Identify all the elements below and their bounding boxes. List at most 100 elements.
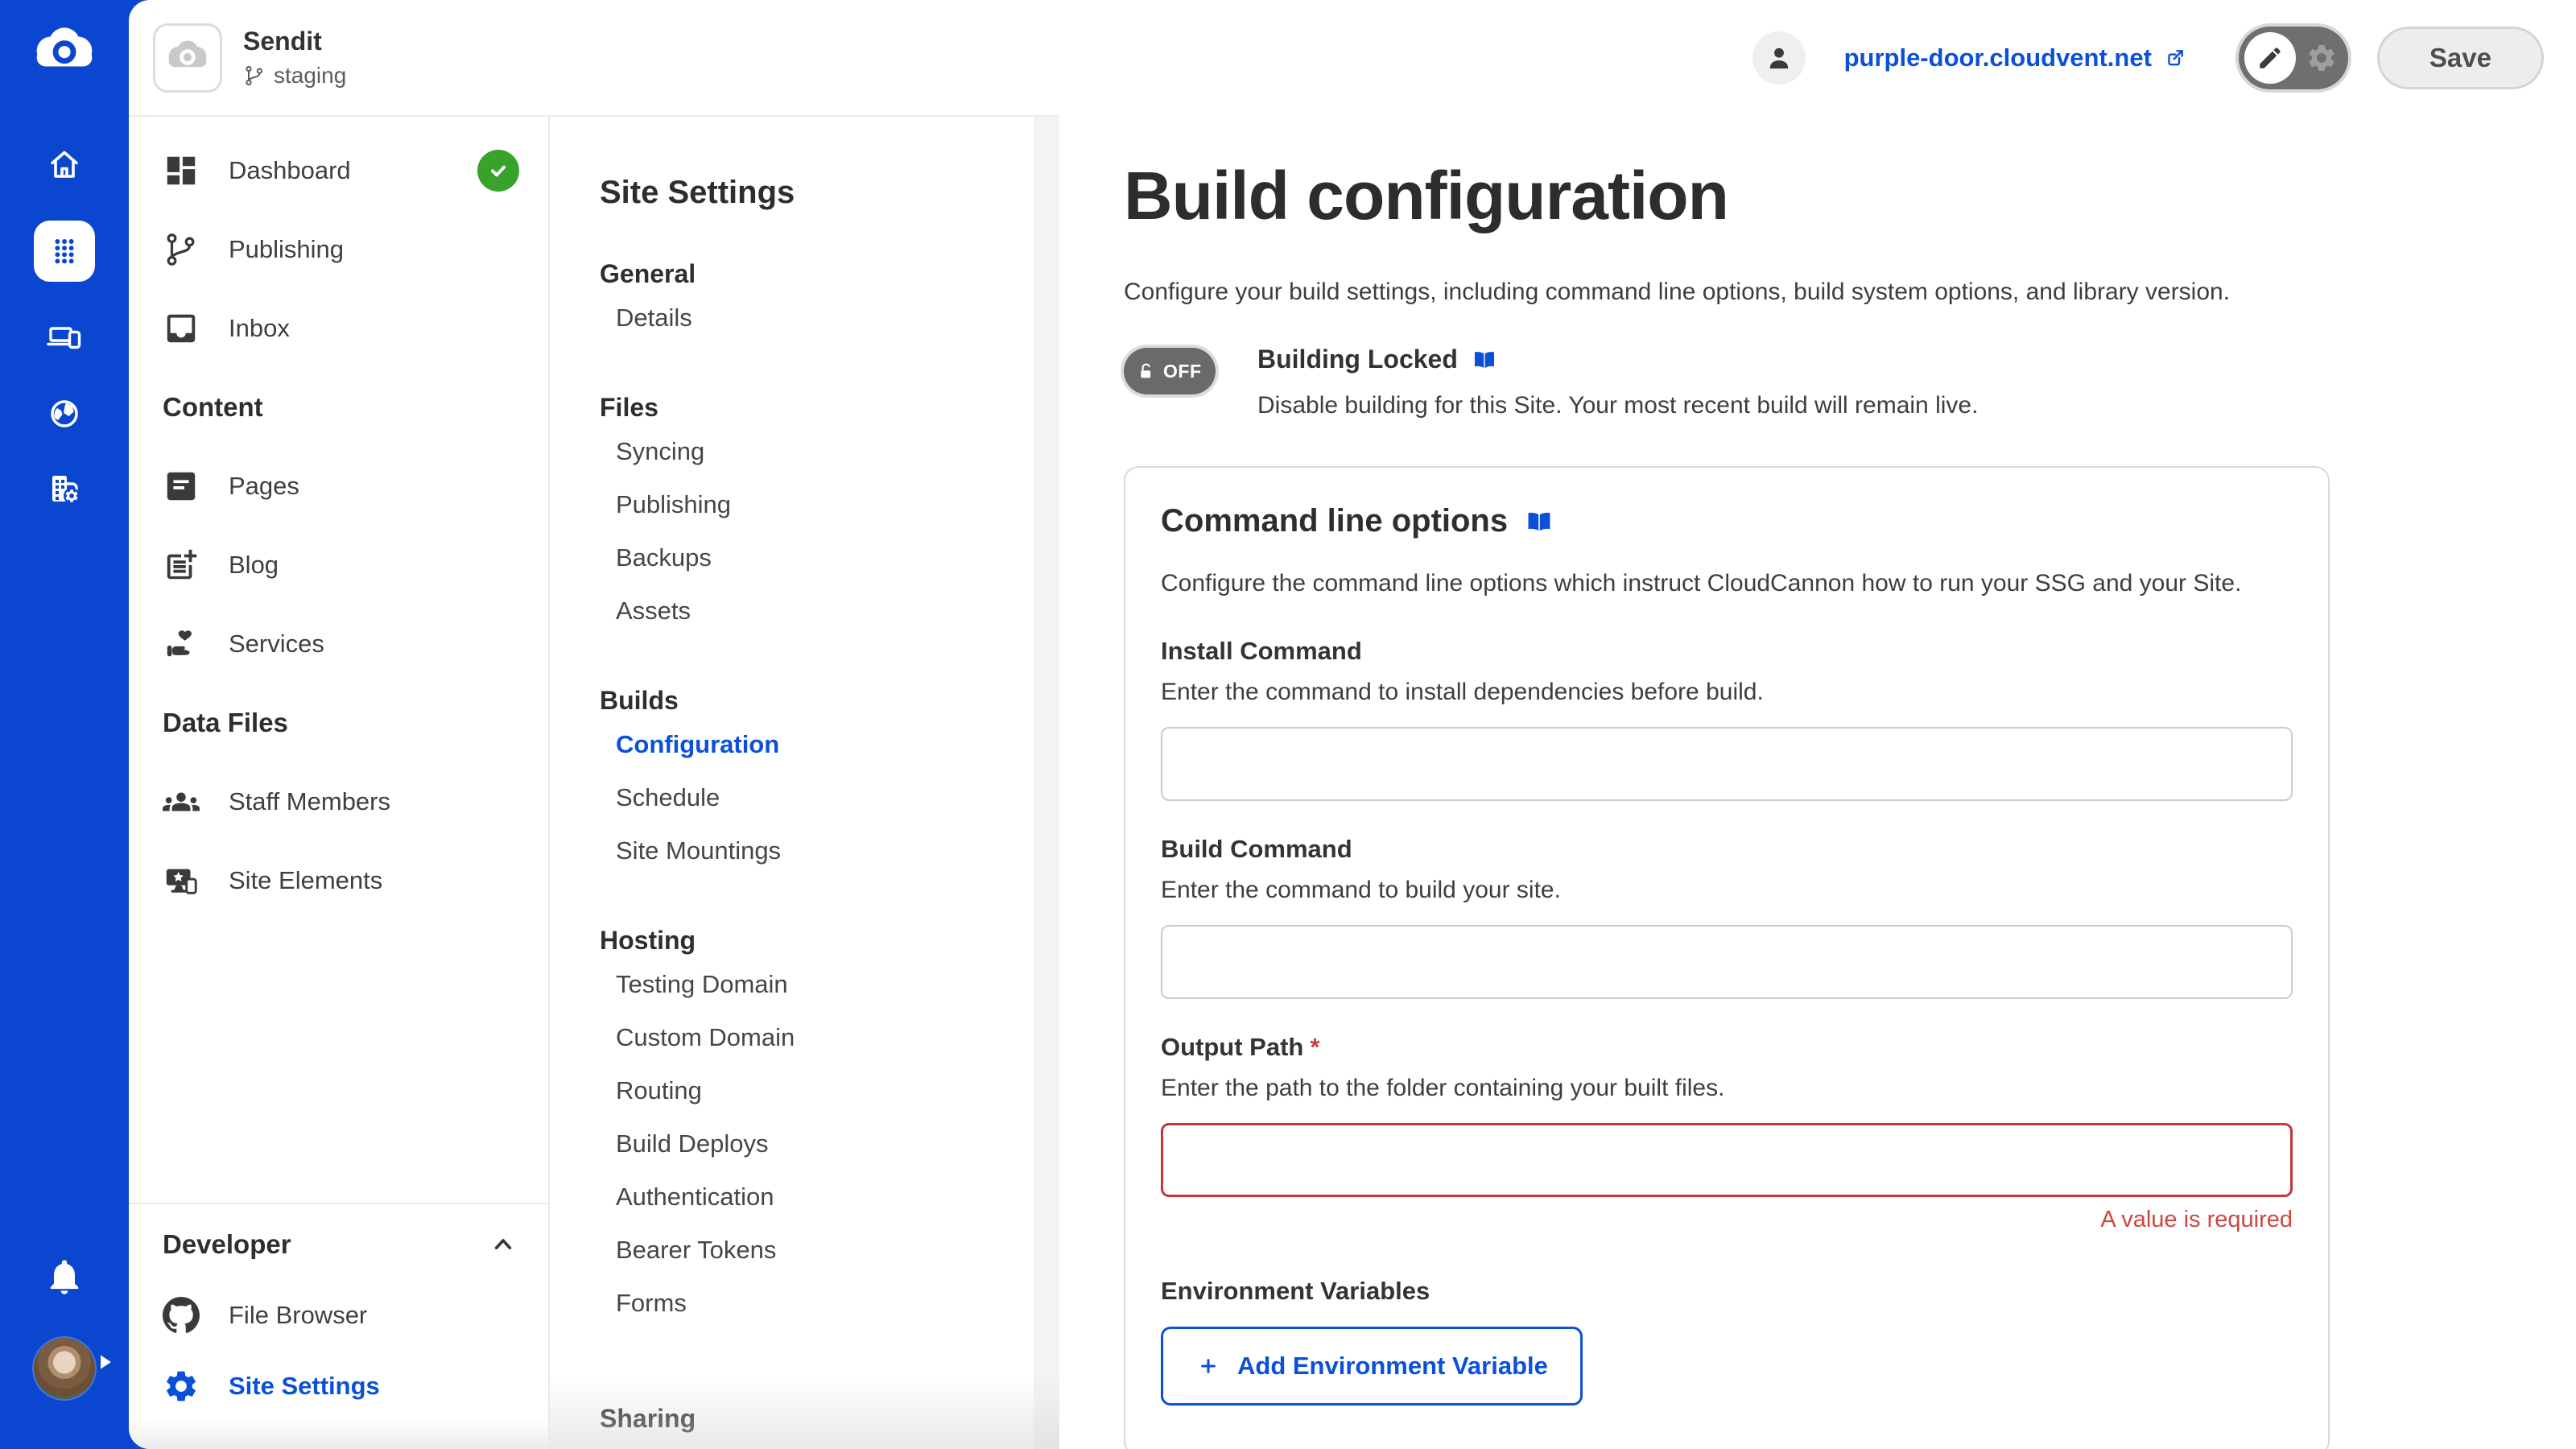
content-row: Dashboard Publishing Inbox Content Pages: [129, 115, 2576, 1449]
page-title: Build configuration: [1124, 157, 2576, 235]
devices-icon: [45, 319, 84, 357]
check-icon: [485, 157, 512, 184]
inbox-icon: [163, 310, 200, 347]
card-title-row: Command line options: [1161, 503, 2293, 539]
settings-item-syncing[interactable]: Syncing: [600, 425, 1059, 478]
settings-item-testing-domain[interactable]: Testing Domain: [600, 958, 1059, 1011]
settings-item-schedule[interactable]: Schedule: [600, 771, 1059, 824]
sidebar-item-blog[interactable]: Blog: [129, 526, 548, 605]
hand-heart-icon: [163, 625, 200, 663]
required-asterisk: *: [1310, 1033, 1319, 1061]
build-command-input[interactable]: [1161, 925, 2293, 999]
settings-section-hosting: Hosting: [600, 923, 1059, 958]
dashboard-icon: [163, 152, 200, 189]
settings-item-build-deploys[interactable]: Build Deploys: [600, 1117, 1059, 1170]
screen-star-icon: [163, 862, 200, 899]
rail-domains-button[interactable]: [45, 394, 84, 433]
sidebar-item-services[interactable]: Services: [129, 605, 548, 683]
sidebar-item-dashboard[interactable]: Dashboard: [129, 131, 548, 210]
rail-organization-button[interactable]: [45, 470, 84, 509]
sidebar-item-file-browser[interactable]: File Browser: [129, 1280, 548, 1351]
user-avatar[interactable]: [34, 1338, 95, 1399]
site-branch: staging: [243, 63, 346, 89]
sidebar-item-label: File Browser: [229, 1301, 367, 1330]
topbar: Sendit staging purple-door.cloudvent.net…: [129, 0, 2576, 115]
sidebar-item-inbox[interactable]: Inbox: [129, 289, 548, 368]
rail-home-button[interactable]: [45, 145, 84, 184]
building-locked-row: OFF Building Locked Disable building for…: [1124, 345, 2576, 419]
sidebar-item-label: Blog: [229, 551, 279, 580]
settings-item-site-mountings[interactable]: Site Mountings: [600, 824, 1059, 877]
people-icon: [163, 783, 200, 820]
settings-section-builds: Builds: [600, 683, 1059, 718]
output-path-error: A value is required: [1161, 1207, 2293, 1233]
building-locked-text: Building Locked Disable building for thi…: [1257, 345, 1978, 419]
home-icon: [45, 145, 84, 184]
site-name: Sendit: [243, 27, 346, 56]
viewer-presence-button[interactable]: [1752, 31, 1806, 85]
settings-item-routing[interactable]: Routing: [600, 1064, 1059, 1117]
external-link-icon: [2163, 46, 2187, 70]
lock-open-icon: [1135, 361, 1157, 382]
settings-section-files: Files: [600, 390, 1059, 425]
gear-icon: [2306, 42, 2338, 74]
building-locked-desc: Disable building for this Site. Your mos…: [1257, 392, 1978, 419]
settings-item-details[interactable]: Details: [600, 291, 1059, 345]
settings-item-custom-domain[interactable]: Custom Domain: [600, 1011, 1059, 1064]
output-path-help: Enter the path to the folder containing …: [1161, 1075, 2293, 1102]
docs-book-icon[interactable]: [1524, 506, 1554, 537]
app-rail: [0, 0, 129, 1449]
sidebar-section-label: Developer: [163, 1229, 291, 1260]
card-title: Command line options: [1161, 503, 1508, 539]
sidebar-section-developer[interactable]: Developer: [129, 1209, 548, 1280]
sidebar-item-label: Services: [229, 630, 324, 658]
docs-book-icon[interactable]: [1471, 346, 1498, 374]
environment-variables-label: Environment Variables: [1161, 1277, 2293, 1306]
toggle-knob: [2244, 32, 2296, 84]
edit-settings-mode-toggle[interactable]: [2239, 27, 2348, 89]
sidebar-item-pages[interactable]: Pages: [129, 447, 548, 526]
settings-item-backups[interactable]: Backups: [600, 531, 1059, 584]
output-path-input[interactable]: [1161, 1123, 2293, 1197]
expand-arrow-icon[interactable]: [100, 1354, 112, 1370]
site-header: Sendit staging: [153, 23, 550, 93]
install-command-label: Install Command: [1161, 637, 2293, 666]
rail-site-nav-button-active[interactable]: [34, 221, 95, 282]
settings-item-assets[interactable]: Assets: [600, 584, 1059, 638]
toggle-state-label: OFF: [1163, 361, 1202, 382]
sidebar-item-label: Staff Members: [229, 787, 390, 816]
post-add-icon: [163, 547, 200, 584]
status-badge-success: [477, 150, 519, 192]
main-content: Build configuration Configure your build…: [1059, 115, 2576, 1449]
chevron-up-icon[interactable]: [487, 1228, 519, 1261]
sidebar-item-label: Dashboard: [229, 156, 351, 185]
save-button[interactable]: Save: [2377, 27, 2544, 89]
notifications-button[interactable]: [43, 1256, 85, 1298]
command-line-options-card: Command line options Configure the comma…: [1124, 466, 2330, 1449]
settings-item-forms[interactable]: Forms: [600, 1277, 1059, 1330]
settings-item-configuration[interactable]: Configuration: [600, 718, 1059, 771]
bell-icon: [43, 1256, 85, 1298]
settings-item-publishing[interactable]: Publishing: [600, 478, 1059, 531]
settings-item-authentication[interactable]: Authentication: [600, 1170, 1059, 1224]
build-command-label: Build Command: [1161, 835, 2293, 864]
sidebar-item-site-elements[interactable]: Site Elements: [129, 841, 548, 920]
sidebar-item-publishing[interactable]: Publishing: [129, 210, 548, 289]
sidebar-item-label: Publishing: [229, 235, 344, 264]
rail-sites-button[interactable]: [45, 319, 84, 357]
output-path-label-text: Output Path: [1161, 1033, 1303, 1061]
sidebar-item-label: Site Settings: [229, 1372, 380, 1401]
cloudcannon-logo-icon: [29, 18, 100, 89]
add-environment-variable-label: Add Environment Variable: [1237, 1352, 1548, 1381]
sidebar-item-staff-members[interactable]: Staff Members: [129, 762, 548, 841]
install-command-input[interactable]: [1161, 727, 2293, 801]
add-environment-variable-button[interactable]: Add Environment Variable: [1161, 1327, 1583, 1406]
pencil-icon: [2256, 44, 2284, 72]
github-icon: [163, 1297, 200, 1334]
sidebar-item-site-settings[interactable]: Site Settings: [129, 1351, 548, 1422]
settings-item-bearer-tokens[interactable]: Bearer Tokens: [600, 1224, 1059, 1277]
building-locked-toggle[interactable]: OFF: [1124, 348, 1216, 394]
apps-grid-icon: [46, 233, 83, 270]
page-icon: [163, 468, 200, 505]
site-url-link[interactable]: purple-door.cloudvent.net: [1844, 43, 2187, 72]
